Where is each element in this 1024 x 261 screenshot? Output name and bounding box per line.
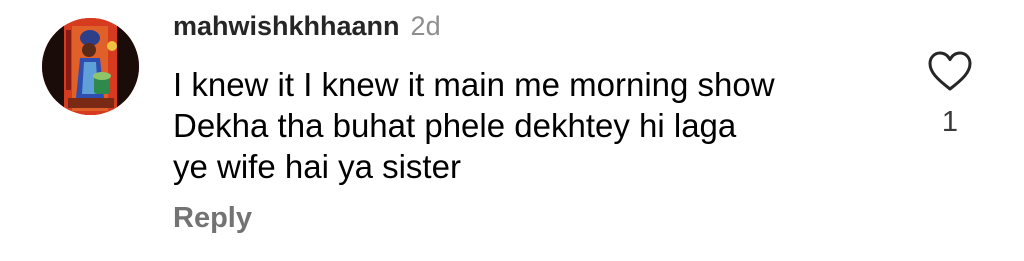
like-count[interactable]: 1 [942, 106, 958, 139]
timestamp[interactable]: 2d [411, 11, 441, 42]
like-control: 1 [924, 50, 976, 139]
comment-item: mahwishkhhaann 2d I knew it I knew it ma… [0, 0, 1024, 261]
reply-button[interactable]: Reply [173, 202, 252, 235]
comment-text-line: ye wife hai ya sister [173, 148, 461, 185]
avatar[interactable] [42, 18, 139, 115]
avatar-artwork-icon [42, 18, 139, 115]
comment-text-line: Dekha tha buhat phele dekhtey hi laga [173, 107, 737, 144]
username-link[interactable]: mahwishkhhaann [173, 11, 400, 42]
heart-outline-icon[interactable] [927, 50, 973, 92]
comment-text: I knew it I knew it main me morning show… [173, 64, 903, 187]
comment-header: mahwishkhhaann 2d [173, 11, 441, 47]
comment-text-line: I knew it I knew it main me morning show [173, 66, 775, 103]
